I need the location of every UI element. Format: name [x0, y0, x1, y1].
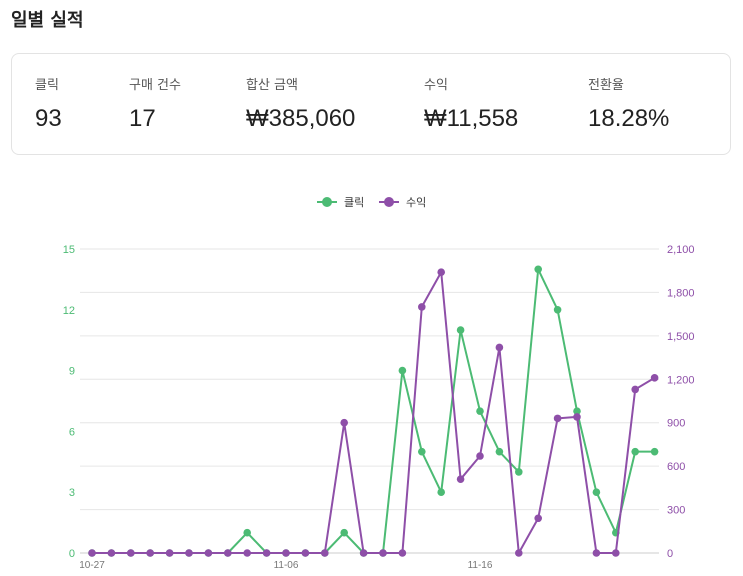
- stat-value: 18.28%: [588, 105, 670, 132]
- legend-marker: [322, 197, 332, 207]
- data-point: [398, 366, 407, 375]
- data-point: [340, 418, 349, 427]
- stat-conversion-rate: 전환율 18.28%: [588, 74, 669, 133]
- daily-chart: 0 300 600 900 1,200 1,500 1,800 2,100 0 3 6 9 12 15 10…: [0, 185, 743, 572]
- data-point: [127, 549, 135, 557]
- y-right-tick-label: 1,800: [667, 287, 695, 299]
- series-line: [92, 268, 655, 554]
- stat-label: 구매 건수: [129, 78, 181, 93]
- data-point: [321, 549, 329, 557]
- data-point: [146, 549, 154, 557]
- data-point: [359, 549, 368, 557]
- data-point: [495, 447, 504, 456]
- data-point: [650, 447, 659, 456]
- x-tick-label: 11-16: [468, 560, 493, 571]
- daily-performance-chart: 0 300 600 900 1,200 1,500 1,800 2,100 0 3 6 9 12 15 10…: [63, 196, 695, 571]
- data-point: [631, 385, 639, 394]
- stat-value: 17: [129, 105, 156, 132]
- data-point: [88, 549, 96, 557]
- data-point: [592, 549, 601, 557]
- data-point: [592, 488, 601, 497]
- data-point: [243, 528, 251, 537]
- page-title: 일별 실적: [11, 10, 84, 31]
- y-left-tick-label: 6: [69, 426, 75, 438]
- data-point: [224, 549, 232, 557]
- y-left-tick-label: 12: [63, 305, 75, 317]
- data-point: [515, 468, 523, 476]
- summary-card: 클릭 93 구매 건수 17 합산 금액 ₩385,060 수익 ₩11,558…: [11, 53, 731, 155]
- data-point: [165, 549, 174, 557]
- y-left-tick-label: 3: [69, 487, 75, 499]
- x-tick-label: 11-06: [274, 560, 299, 571]
- data-point: [456, 326, 465, 334]
- legend-label: 수익: [406, 196, 426, 209]
- data-point: [418, 447, 426, 456]
- legend: 클릭 수익: [317, 196, 426, 209]
- y-right-tick-label: 1,200: [667, 374, 695, 386]
- data-point: [262, 549, 271, 557]
- y-left-tick-label: 0: [69, 548, 75, 560]
- data-point: [553, 414, 562, 423]
- stat-value: ₩385,060: [246, 105, 356, 132]
- data-point: [456, 475, 465, 483]
- data-point: [379, 549, 387, 557]
- data-point: [185, 549, 193, 557]
- stat-label: 클릭: [35, 78, 59, 93]
- legend-label: 클릭: [344, 196, 364, 209]
- data-point: [340, 528, 349, 537]
- data-point: [282, 549, 290, 557]
- data-point: [437, 488, 446, 497]
- stat-purchases: 구매 건수 17: [129, 74, 181, 133]
- data-point: [553, 306, 562, 314]
- y-right-tick-label: 1,500: [667, 331, 695, 343]
- data-point: [476, 452, 484, 460]
- stat-value: ₩11,558: [424, 105, 519, 132]
- series-line: [92, 271, 656, 554]
- series-1: [88, 265, 659, 557]
- stat-label: 수익: [424, 78, 448, 93]
- data-point: [650, 374, 659, 382]
- data-point: [301, 549, 310, 557]
- stat-total-amount: 합산 금액 ₩385,060: [246, 74, 355, 133]
- y-right-tick-label: 2,100: [667, 244, 695, 256]
- data-point: [495, 343, 504, 352]
- y-left-tick-label: 9: [69, 366, 75, 378]
- data-point: [612, 549, 620, 557]
- stat-label: 합산 금액: [246, 78, 298, 93]
- data-point: [573, 413, 581, 421]
- series-2: [88, 268, 659, 557]
- data-point: [534, 514, 542, 523]
- data-point: [107, 549, 116, 557]
- legend-marker: [384, 197, 394, 207]
- data-point: [204, 549, 213, 557]
- data-point: [437, 268, 446, 276]
- y-right-tick-label: 900: [667, 418, 685, 430]
- x-tick-label: 10-27: [79, 560, 105, 571]
- stat-clicks: 클릭 93: [35, 74, 62, 133]
- data-point: [398, 549, 407, 557]
- stat-value: 93: [35, 105, 62, 132]
- y-right-tick-label: 600: [667, 461, 685, 473]
- data-point: [476, 407, 484, 415]
- data-point: [243, 549, 251, 557]
- y-right-tick-label: 300: [667, 505, 685, 517]
- data-point: [418, 303, 426, 311]
- stat-revenue: 수익 ₩11,558: [424, 74, 518, 133]
- y-left-tick-label: 15: [63, 244, 75, 256]
- stat-label: 전환율: [588, 78, 624, 93]
- y-right-tick-label: 0: [667, 548, 673, 560]
- data-point: [534, 265, 542, 274]
- data-point: [631, 447, 639, 456]
- data-point: [515, 549, 523, 557]
- grid-lines: [80, 248, 659, 554]
